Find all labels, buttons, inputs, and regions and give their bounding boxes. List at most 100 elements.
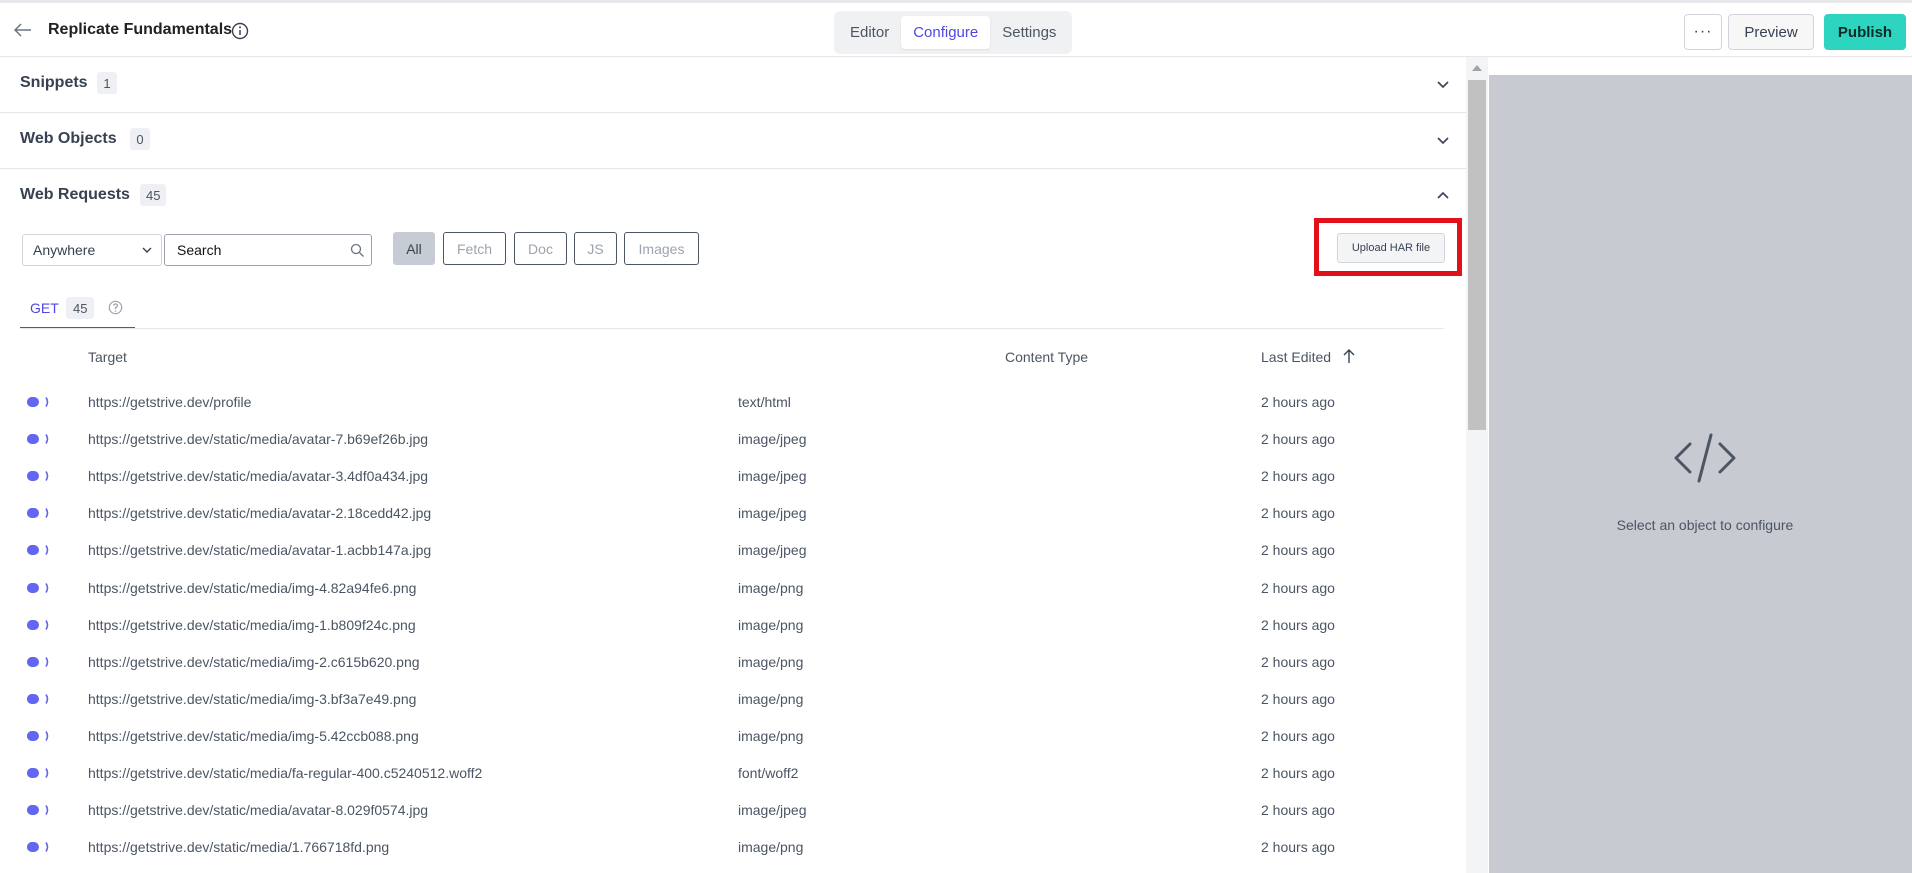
request-target[interactable]: https://getstrive.dev/static/media/img-2… [88,654,420,670]
table-row[interactable]: https://getstrive.dev/static/media/img-3… [0,680,1466,717]
request-content-type: image/jpeg [738,542,807,559]
request-last-edited: 2 hours ago [1261,468,1335,485]
empty-panel-message: Select an object to configure [1616,517,1794,533]
toggle-switch[interactable] [24,729,52,743]
snippets-count-badge: 1 [97,72,117,94]
scrollbar-thumb[interactable] [1468,80,1486,430]
tab-settings[interactable]: Settings [990,16,1068,49]
request-target[interactable]: https://getstrive.dev/static/media/img-4… [88,580,416,596]
request-target[interactable]: https://getstrive.dev/static/media/1.766… [88,839,389,855]
snippets-title: Snippets [20,74,88,91]
chevron-up-icon[interactable] [1434,187,1452,205]
web-requests-section-header[interactable]: Web Requests 45 [0,169,1466,225]
preview-button[interactable]: Preview [1728,14,1814,50]
request-last-edited: 2 hours ago [1261,616,1335,633]
table-row[interactable]: https://getstrive.dev/static/media/avata… [0,791,1466,828]
request-target[interactable]: https://getstrive.dev/static/media/img-3… [88,691,416,707]
chevron-down-icon[interactable] [1434,131,1452,149]
sort-arrow-up-icon[interactable] [1342,347,1356,365]
table-row[interactable]: https://getstrive.dev/profile text/html 2 … [0,383,1466,420]
table-row[interactable]: https://getstrive.dev/static/media/img-1… [0,606,1466,643]
request-last-edited: 2 hours ago [1261,839,1335,856]
toggle-switch[interactable] [24,543,52,557]
get-count-badge: 45 [66,297,95,319]
filter-chip-images[interactable]: Images [624,232,699,265]
request-content-type: image/jpeg [738,505,807,522]
table-row[interactable]: https://getstrive.dev/static/media/1.766… [0,828,1466,865]
toggle-switch[interactable] [24,766,52,780]
filter-chip-doc[interactable]: Doc [514,232,567,265]
request-target[interactable]: https://getstrive.dev/profile [88,394,251,410]
toggle-switch[interactable] [24,469,52,483]
toggle-switch[interactable] [24,581,52,595]
search-icon [350,243,364,257]
toggle-switch[interactable] [24,618,52,632]
table-row[interactable]: https://getstrive.dev/static/media/avata… [0,420,1466,457]
tab-divider [20,328,1444,329]
toggle-switch[interactable] [24,395,52,409]
toggle-switch[interactable] [24,840,52,854]
table-row[interactable]: https://getstrive.dev/static/media/img-5… [0,717,1466,754]
back-arrow-icon[interactable] [12,19,34,41]
web-requests-count-badge: 45 [140,184,167,206]
get-tab-label: GET [30,300,59,316]
request-target[interactable]: https://getstrive.dev/static/media/avata… [88,468,428,484]
request-content-type: font/woff2 [738,765,799,781]
request-target[interactable]: https://getstrive.dev/static/media/img-5… [88,728,419,744]
request-content-type: image/jpeg [738,802,807,819]
web-objects-section-header[interactable]: Web Objects 0 [0,113,1466,169]
request-target[interactable]: https://getstrive.dev/static/media/avata… [88,802,428,818]
table-row[interactable]: https://getstrive.dev/static/media/img-2… [0,643,1466,680]
toggle-switch[interactable] [24,692,52,706]
request-last-edited: 2 hours ago [1261,653,1335,670]
request-content-type: image/png [738,690,804,707]
location-select[interactable]: Anywhere [22,234,162,266]
info-icon[interactable] [231,22,249,40]
toggle-switch[interactable] [24,655,52,669]
column-header-last-edited[interactable]: Last Edited [1261,349,1331,365]
mode-tabs: Editor Configure Settings [834,11,1073,54]
chevron-down-icon[interactable] [1434,75,1452,93]
tab-configure[interactable]: Configure [901,16,991,49]
web-objects-title: Web Objects [20,130,117,147]
search-input[interactable] [165,235,345,265]
filter-chip-fetch[interactable]: Fetch [443,232,506,265]
request-target[interactable]: https://getstrive.dev/static/media/avata… [88,431,428,447]
table-row[interactable]: https://getstrive.dev/static/media/avata… [0,494,1466,531]
filter-chip-js[interactable]: JS [574,232,617,265]
filter-chip-all[interactable]: All [393,232,435,265]
request-target[interactable]: https://getstrive.dev/static/media/avata… [88,505,431,521]
column-header-content-type: Content Type [1005,349,1089,365]
table-row[interactable]: https://getstrive.dev/static/media/fa-re… [0,754,1466,791]
table-row[interactable]: https://getstrive.dev/static/media/avata… [0,531,1466,568]
upload-har-button[interactable]: Upload HAR file [1337,233,1445,263]
request-content-type: image/png [738,839,804,856]
table-row[interactable]: https://getstrive.dev/static/media/avata… [0,457,1466,494]
request-target[interactable]: https://getstrive.dev/static/media/fa-re… [88,765,482,781]
snippets-section-header[interactable]: Snippets 1 [0,57,1466,113]
toggle-switch[interactable] [24,803,52,817]
request-content-type: text/html [738,394,791,410]
tab-get-method[interactable]: GET 45 [20,295,135,329]
request-last-edited: 2 hours ago [1261,765,1335,781]
location-select-value: Anywhere [33,242,96,258]
help-icon[interactable] [108,300,123,315]
request-last-edited: 2 hours ago [1261,802,1335,819]
tab-editor[interactable]: Editor [838,16,901,49]
request-content-type: image/jpeg [738,431,807,448]
publish-button[interactable]: Publish [1824,14,1906,50]
code-brackets-icon [1674,433,1736,483]
request-content-type: image/png [738,616,804,633]
chevron-down-icon [142,247,152,253]
request-target[interactable]: https://getstrive.dev/static/media/avata… [88,542,431,558]
toggle-switch[interactable] [24,432,52,446]
request-content-type: image/png [738,579,804,596]
table-row[interactable]: https://getstrive.dev/static/media/img-4… [0,569,1466,606]
web-objects-count-badge: 0 [130,128,150,150]
request-target[interactable]: https://getstrive.dev/static/media/img-1… [88,617,416,633]
toggle-switch[interactable] [24,506,52,520]
web-requests-title: Web Requests [20,186,130,203]
more-options-button[interactable]: ··· [1684,14,1722,50]
search-box[interactable] [164,234,372,266]
scroll-up-arrow-icon[interactable] [1471,63,1483,73]
